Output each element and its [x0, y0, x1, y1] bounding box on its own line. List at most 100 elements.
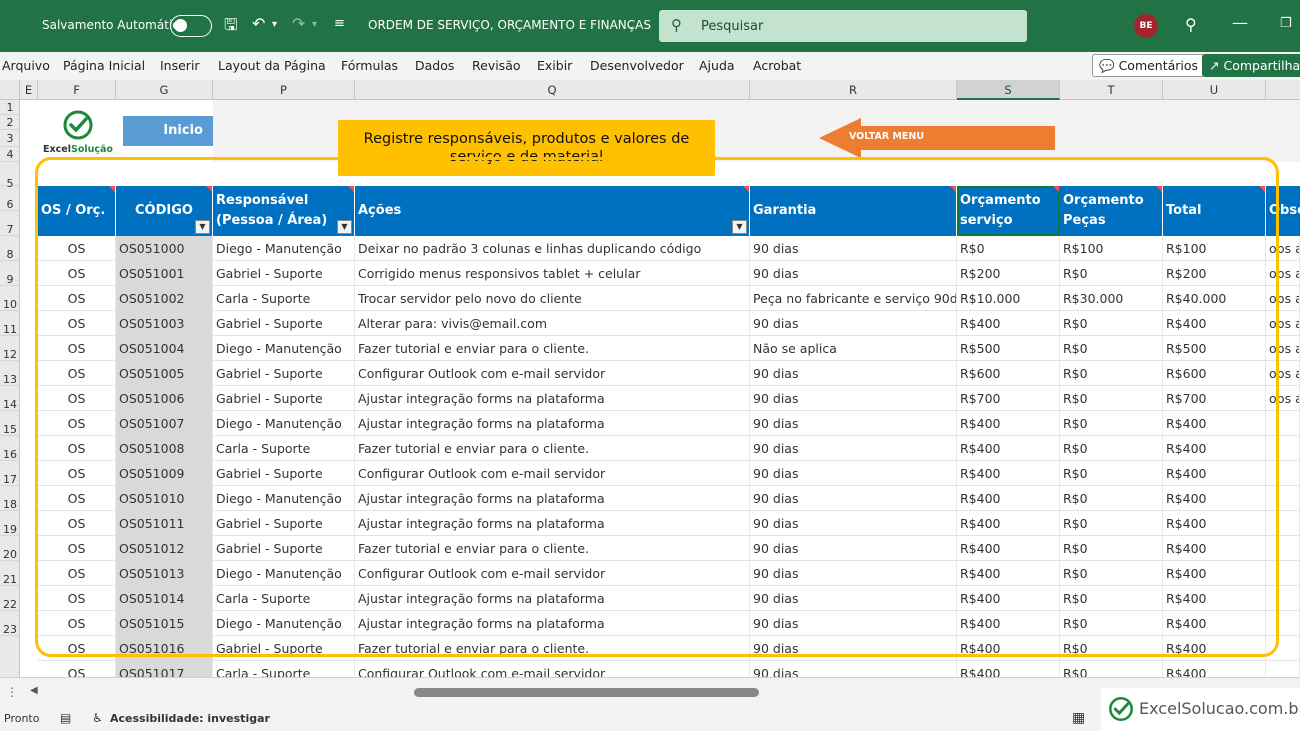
- cell-acoes[interactable]: Ajustar integração forms na plataforma: [355, 411, 750, 436]
- row-header[interactable]: 5: [0, 162, 19, 190]
- cell-orcamento-pecas[interactable]: R$0: [1060, 311, 1163, 336]
- cell-orcamento-pecas[interactable]: R$0: [1060, 561, 1163, 586]
- cell-total[interactable]: R$400: [1163, 661, 1266, 677]
- row-header[interactable]: 12: [0, 336, 19, 361]
- cell-codigo[interactable]: OS051002: [116, 286, 213, 311]
- cell-os-type[interactable]: OS: [38, 286, 116, 311]
- cell-garantia[interactable]: 90 dias: [750, 611, 957, 636]
- tab-revisao[interactable]: Revisão: [472, 58, 521, 73]
- cell-orcamento-pecas[interactable]: R$0: [1060, 436, 1163, 461]
- cell-orcamento-servico[interactable]: R$10.000: [957, 286, 1060, 311]
- more-options-icon[interactable]: ⋮: [6, 685, 18, 699]
- col-header-u[interactable]: U: [1163, 80, 1266, 100]
- search-box[interactable]: ⚲ Pesquisar: [659, 10, 1027, 42]
- horizontal-scrollbar[interactable]: [414, 688, 759, 697]
- tab-dados[interactable]: Dados: [415, 58, 454, 73]
- row-header[interactable]: 11: [0, 311, 19, 336]
- cell-orcamento-servico[interactable]: R$0: [957, 236, 1060, 261]
- cell-total[interactable]: R$400: [1163, 311, 1266, 336]
- cell-codigo[interactable]: OS051011: [116, 511, 213, 536]
- cell-orcamento-servico[interactable]: R$400: [957, 586, 1060, 611]
- cell-acoes[interactable]: Alterar para: vivis@email.com: [355, 311, 750, 336]
- cell-orcamento-servico[interactable]: R$400: [957, 486, 1060, 511]
- cell-orcamento-servico[interactable]: R$400: [957, 461, 1060, 486]
- macro-icon[interactable]: ▤: [60, 711, 71, 725]
- cell-total[interactable]: R$200: [1163, 261, 1266, 286]
- cell-responsavel[interactable]: Diego - Manutenção: [213, 561, 355, 586]
- cell-total[interactable]: R$400: [1163, 536, 1266, 561]
- cell-responsavel[interactable]: Diego - Manutenção: [213, 236, 355, 261]
- col-header-e[interactable]: E: [20, 80, 38, 100]
- cell-codigo[interactable]: OS051003: [116, 311, 213, 336]
- sheet-grid[interactable]: ExcelSolução Inicio Registre responsávei…: [20, 100, 1300, 677]
- cell-acoes[interactable]: Fazer tutorial e enviar para o cliente.: [355, 436, 750, 461]
- cell-total[interactable]: R$400: [1163, 636, 1266, 661]
- header-acoes[interactable]: Ações ▼: [355, 186, 750, 236]
- cell-os-type[interactable]: OS: [38, 361, 116, 386]
- cell-garantia[interactable]: 90 dias: [750, 511, 957, 536]
- cell-responsavel[interactable]: Carla - Suporte: [213, 436, 355, 461]
- cell-orcamento-servico[interactable]: R$400: [957, 511, 1060, 536]
- col-header-s[interactable]: S: [957, 80, 1060, 100]
- cell-acoes[interactable]: Fazer tutorial e enviar para o cliente.: [355, 336, 750, 361]
- cell-os-type[interactable]: OS: [38, 311, 116, 336]
- cell-os-type[interactable]: OS: [38, 561, 116, 586]
- cell-garantia[interactable]: 90 dias: [750, 561, 957, 586]
- row-header[interactable]: 2: [0, 115, 19, 130]
- cell-garantia[interactable]: 90 dias: [750, 486, 957, 511]
- cell-observacao[interactable]: obs a: [1266, 286, 1300, 311]
- row-header[interactable]: 15: [0, 411, 19, 436]
- cell-observacao[interactable]: [1266, 611, 1300, 636]
- cell-codigo[interactable]: OS051004: [116, 336, 213, 361]
- cell-os-type[interactable]: OS: [38, 536, 116, 561]
- cell-codigo[interactable]: OS051015: [116, 611, 213, 636]
- cell-total[interactable]: R$500: [1163, 336, 1266, 361]
- cell-acoes[interactable]: Configurar Outlook com e-mail servidor: [355, 461, 750, 486]
- cell-garantia[interactable]: 90 dias: [750, 411, 957, 436]
- cell-acoes[interactable]: Ajustar integração forms na plataforma: [355, 586, 750, 611]
- cell-total[interactable]: R$400: [1163, 586, 1266, 611]
- cell-orcamento-pecas[interactable]: R$0: [1060, 411, 1163, 436]
- cell-orcamento-servico[interactable]: R$400: [957, 611, 1060, 636]
- redo-dropdown-icon[interactable]: ▾: [312, 17, 317, 33]
- cell-acoes[interactable]: Configurar Outlook com e-mail servidor: [355, 561, 750, 586]
- cell-orcamento-servico[interactable]: R$700: [957, 386, 1060, 411]
- voltar-menu-button[interactable]: VOLTAR MENU: [819, 118, 1055, 158]
- filter-dropdown-icon[interactable]: ▼: [732, 220, 747, 234]
- row-header[interactable]: 16: [0, 436, 19, 461]
- header-responsavel[interactable]: Responsável (Pessoa / Área) ▼: [213, 186, 355, 236]
- col-header-p[interactable]: P: [213, 80, 355, 100]
- undo-dropdown-icon[interactable]: ▾: [272, 17, 277, 33]
- col-header-g[interactable]: G: [116, 80, 213, 100]
- row-header[interactable]: 10: [0, 286, 19, 311]
- cell-orcamento-pecas[interactable]: R$0: [1060, 386, 1163, 411]
- cell-codigo[interactable]: OS051016: [116, 636, 213, 661]
- tab-arquivo[interactable]: Arquivo: [2, 58, 50, 73]
- cell-orcamento-pecas[interactable]: R$0: [1060, 336, 1163, 361]
- header-garantia[interactable]: Garantia: [750, 186, 957, 236]
- cell-observacao[interactable]: [1266, 636, 1300, 661]
- cell-os-type[interactable]: OS: [38, 636, 116, 661]
- row-header[interactable]: 9: [0, 261, 19, 286]
- cell-codigo[interactable]: OS051017: [116, 661, 213, 677]
- cell-total[interactable]: R$400: [1163, 561, 1266, 586]
- cell-orcamento-pecas[interactable]: R$0: [1060, 586, 1163, 611]
- tab-exibir[interactable]: Exibir: [537, 58, 572, 73]
- cell-garantia[interactable]: 90 dias: [750, 661, 957, 677]
- row-header[interactable]: 14: [0, 386, 19, 411]
- cell-os-type[interactable]: OS: [38, 661, 116, 677]
- cell-total[interactable]: R$400: [1163, 511, 1266, 536]
- cell-acoes[interactable]: Trocar servidor pelo novo do cliente: [355, 286, 750, 311]
- row-header[interactable]: 17: [0, 461, 19, 486]
- minimize-icon[interactable]: —: [1232, 15, 1248, 31]
- cell-orcamento-pecas[interactable]: R$0: [1060, 461, 1163, 486]
- customize-toolbar-icon[interactable]: ≡: [334, 16, 345, 32]
- save-icon[interactable]: 🖫: [224, 17, 238, 33]
- cell-garantia[interactable]: 90 dias: [750, 261, 957, 286]
- autosave-toggle[interactable]: [170, 15, 212, 37]
- accessibility-icon[interactable]: ♿: [92, 711, 103, 725]
- cell-garantia[interactable]: 90 dias: [750, 636, 957, 661]
- cell-observacao[interactable]: [1266, 586, 1300, 611]
- row-header[interactable]: 21: [0, 561, 19, 586]
- row-header[interactable]: 6: [0, 186, 19, 211]
